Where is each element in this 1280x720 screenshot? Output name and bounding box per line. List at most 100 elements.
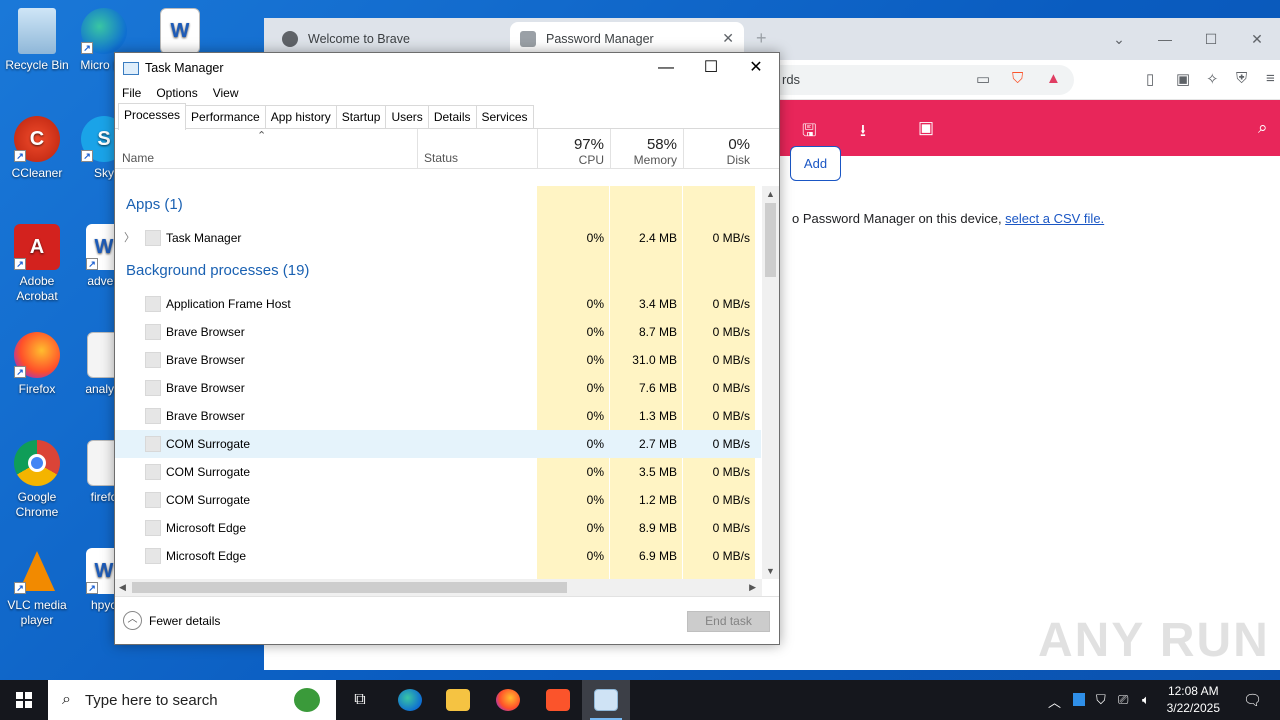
volume-icon[interactable]: 🔈︎ xyxy=(1142,692,1150,708)
maximize-button[interactable]: ☐ xyxy=(688,53,734,83)
column-memory[interactable]: 58% Memory xyxy=(610,129,683,169)
address-bar[interactable]: rds xyxy=(764,65,1074,95)
desktop-icon-recycle-bin[interactable]: Recycle Bin xyxy=(0,8,74,73)
chevron-down-icon[interactable]: ⌄ xyxy=(1096,18,1142,60)
search-icon[interactable]: ⌕ xyxy=(1258,118,1268,138)
horizontal-scrollbar[interactable]: ◀ ▶ xyxy=(115,579,762,596)
taskbar-brave[interactable] xyxy=(534,680,582,720)
security-icon[interactable]: ⛉ xyxy=(1096,692,1106,708)
menu-icon[interactable]: ≡ xyxy=(1266,70,1275,87)
scroll-down-arrow[interactable]: ▼ xyxy=(766,566,775,576)
column-name[interactable]: Name xyxy=(122,151,154,165)
menu-options[interactable]: Options xyxy=(156,83,197,103)
column-status[interactable]: Status xyxy=(424,151,458,165)
tab-processes[interactable]: Processes xyxy=(118,103,187,130)
minimize-button[interactable]: — xyxy=(1142,18,1188,60)
close-button[interactable]: ✕ xyxy=(1234,18,1280,60)
wallet-icon[interactable]: ▣ xyxy=(918,118,934,138)
brave-rewards-icon[interactable]: ▲ xyxy=(1046,70,1061,87)
sidebar-icon[interactable]: ▯ xyxy=(1146,70,1154,88)
tab-performance[interactable]: Performance xyxy=(185,105,266,129)
anyrun-watermark: ANY RUN xyxy=(1038,614,1270,667)
notification-icon[interactable]: 🗨︎ xyxy=(1243,691,1262,709)
tab-details[interactable]: Details xyxy=(427,105,477,129)
group-header-apps[interactable]: Apps (1) xyxy=(115,186,761,224)
desktop-icon-firefox[interactable]: ↗ Firefox xyxy=(0,332,74,397)
process-memory: 2.7 MB xyxy=(638,437,677,451)
table-row[interactable]: Microsoft Edge 0% 6.9 MB 0 MB/s xyxy=(115,542,761,570)
process-memory: 6.9 MB xyxy=(638,549,677,563)
add-button[interactable]: Add xyxy=(790,146,841,181)
start-button[interactable] xyxy=(0,680,48,720)
tab-app-history[interactable]: App history xyxy=(264,105,337,129)
scroll-left-arrow[interactable]: ◀ xyxy=(119,582,126,593)
maximize-button[interactable]: ☐ xyxy=(1188,18,1234,60)
system-clock[interactable]: 12:08 AM 3/22/2025 xyxy=(1167,683,1220,717)
table-row[interactable]: COM Surrogate 0% 1.2 MB 0 MB/s xyxy=(115,486,761,514)
taskbar-task-manager[interactable] xyxy=(582,680,630,720)
process-disk: 0 MB/s xyxy=(712,521,750,535)
desktop-icon-word-doc[interactable]: W xyxy=(150,8,210,58)
app-tray-icon[interactable] xyxy=(1073,693,1085,706)
table-row[interactable]: COM Surrogate 0% 2.7 MB 0 MB/s xyxy=(115,430,761,458)
download-icon[interactable]: ⭳ xyxy=(860,118,866,147)
brave-shields-icon[interactable]: ⛉ xyxy=(1012,70,1023,87)
taskbar-file-explorer[interactable] xyxy=(434,680,482,720)
scroll-thumb[interactable] xyxy=(132,582,567,593)
tab-users[interactable]: Users xyxy=(385,105,429,129)
disk-label: Disk xyxy=(726,153,750,167)
task-view-button[interactable]: ⧉ xyxy=(336,680,384,720)
process-name: Brave Browser xyxy=(166,381,245,395)
new-tab-button[interactable]: + xyxy=(756,28,767,49)
table-row[interactable]: Application Frame Host 0% 3.4 MB 0 MB/s xyxy=(115,290,761,318)
desktop-icon-chrome[interactable]: Google Chrome xyxy=(0,440,74,520)
close-tab-icon[interactable]: ✕ xyxy=(722,30,734,47)
desktop-icon-vlc[interactable]: ↗ VLC media player xyxy=(0,548,74,628)
vpn-icon[interactable]: ⛨ xyxy=(1236,70,1247,87)
select-csv-link[interactable]: select a CSV file. xyxy=(1005,211,1104,226)
chevron-up-icon[interactable]: ︿ xyxy=(1048,692,1061,711)
column-disk[interactable]: 0% Disk xyxy=(683,129,756,169)
scroll-up-arrow[interactable]: ▲ xyxy=(766,189,775,199)
table-row[interactable]: Brave Browser 0% 7.6 MB 0 MB/s xyxy=(115,374,761,402)
menu-view[interactable]: View xyxy=(213,83,239,103)
table-row[interactable]: Brave Browser 0% 8.7 MB 0 MB/s xyxy=(115,318,761,346)
table-row[interactable]: Brave Browser 0% 31.0 MB 0 MB/s xyxy=(115,346,761,374)
taskbar-firefox[interactable] xyxy=(484,680,532,720)
end-task-button[interactable]: End task xyxy=(687,611,770,632)
browser-tab-password-manager[interactable]: Password Manager ✕ xyxy=(510,22,744,56)
table-row[interactable]: Microsoft Edge 0% 8.9 MB 0 MB/s xyxy=(115,514,761,542)
taskbar-edge[interactable] xyxy=(386,680,434,720)
close-button[interactable]: ✕ xyxy=(733,53,779,83)
minimize-button[interactable]: — xyxy=(643,53,689,83)
process-memory: 1.3 MB xyxy=(638,409,677,423)
taskbar-search[interactable]: ⌕ Type here to search xyxy=(48,680,336,720)
wallet-icon[interactable]: ▣ xyxy=(1176,70,1190,88)
chevron-right-icon[interactable]: 〉 xyxy=(124,229,135,245)
save-icon[interactable]: 🖫 xyxy=(802,118,816,147)
menu-file[interactable]: File xyxy=(122,83,141,103)
group-header-background[interactable]: Background processes (19) xyxy=(115,252,761,290)
cast-icon[interactable]: ▭ xyxy=(976,70,990,88)
table-row[interactable]: 〉 Task Manager 0% 2.4 MB 0 MB/s xyxy=(115,224,761,252)
vertical-scrollbar[interactable]: ▲ ▼ xyxy=(762,186,779,579)
fewer-details-button[interactable]: ︿ Fewer details xyxy=(123,611,220,630)
tab-startup[interactable]: Startup xyxy=(335,105,387,129)
table-row[interactable]: COM Surrogate 0% 3.5 MB 0 MB/s xyxy=(115,458,761,486)
task-view-icon: ⧉ xyxy=(354,691,366,708)
table-row[interactable]: Brave Browser 0% 1.3 MB 0 MB/s xyxy=(115,402,761,430)
tab-services[interactable]: Services xyxy=(475,105,534,129)
task-manager-titlebar[interactable]: Task Manager — ☐ ✕ xyxy=(115,53,779,83)
browser-tab-welcome[interactable]: Welcome to Brave xyxy=(272,22,508,56)
leo-ai-icon[interactable]: ✧ xyxy=(1206,70,1219,88)
column-cpu[interactable]: 97% CPU xyxy=(537,129,610,169)
search-highlight-icon xyxy=(294,688,320,712)
scroll-right-arrow[interactable]: ▶ xyxy=(749,582,756,593)
scroll-thumb[interactable] xyxy=(765,203,776,277)
desktop-icon-ccleaner[interactable]: C ↗ CCleaner xyxy=(0,116,74,181)
desktop-icon-acrobat[interactable]: A ↗ Adobe Acrobat xyxy=(0,224,74,304)
network-icon[interactable]: ⎚ xyxy=(1118,692,1128,708)
process-disk: 0 MB/s xyxy=(712,409,750,423)
task-manager-tabs: Processes Performance App history Startu… xyxy=(115,103,779,130)
group-title: Apps (1) xyxy=(126,196,183,213)
